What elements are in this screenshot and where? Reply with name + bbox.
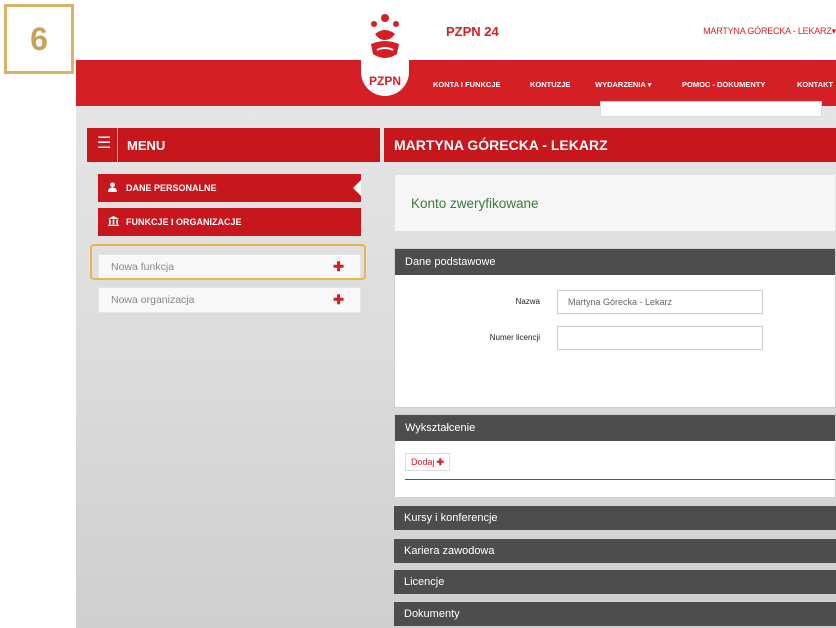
education-body: Dodaj ✚ (395, 441, 835, 497)
user-name: MARTYNA GÓRECKA - LEKARZ (703, 26, 832, 36)
active-indicator (353, 180, 361, 196)
sidebar-item-dane-personalne[interactable]: DANE PERSONALNE (98, 174, 361, 202)
chevron-down-icon: ▾ (831, 26, 836, 36)
menu-title: MENU (127, 138, 166, 153)
step-number: 6 (30, 20, 48, 57)
license-label: Numer licencji (489, 333, 540, 342)
education-panel: Wykształcenie Dodaj ✚ (394, 414, 836, 498)
hamburger-icon[interactable]: ☰ (97, 136, 111, 152)
nav-item-wydarzenia[interactable]: WYDARZENIA ▾ (595, 80, 651, 89)
brand-name: PZPN 24 (446, 24, 499, 39)
sidebar-item-label: FUNKCJE I ORGANIZACJE (126, 217, 242, 227)
education-header[interactable]: Wykształcenie (395, 415, 835, 441)
top-bar: PZPN 24 MARTYNA GÓRECKA - LEKARZ▾ (76, 0, 836, 60)
logo-icon (371, 14, 399, 58)
focus-highlight (90, 244, 366, 280)
nav-item-label: WYDARZENIA (595, 80, 646, 89)
new-organization-button[interactable]: Nowa organizacja ✚ (98, 287, 361, 313)
plus-icon: ✚ (333, 292, 344, 307)
plus-icon: ✚ (436, 456, 445, 467)
app-window: PZPN 24 MARTYNA GÓRECKA - LEKARZ▾ PZPN K… (76, 0, 836, 628)
name-field[interactable]: Martyna Górecka - Lekarz (557, 290, 763, 314)
nav-item-pomoc[interactable]: POMOC - DOKUMENTY (682, 80, 765, 89)
name-label: Nazwa (515, 297, 540, 306)
logo-text: PZPN (368, 74, 401, 88)
section-licencje[interactable]: Licencje (394, 570, 836, 594)
menu-divider (117, 128, 118, 162)
user-menu[interactable]: MARTYNA GÓRECKA - LEKARZ▾ (703, 26, 836, 37)
basic-data-header[interactable]: Dane podstawowe (395, 249, 835, 275)
section-dokumenty[interactable]: Dokumenty (394, 602, 836, 626)
main-nav: KONTA I FUNKCJE KONTUZJE WYDARZENIA ▾ PO… (76, 60, 836, 117)
building-icon (108, 215, 126, 229)
nav-item-kontuzje[interactable]: KONTUZJE (530, 80, 570, 89)
step-badge: 6 (4, 4, 74, 74)
logo[interactable]: PZPN (361, 10, 409, 96)
section-kariera[interactable]: Kariera zawodowa (394, 539, 836, 563)
section-kursy[interactable]: Kursy i konferencje (394, 506, 836, 530)
menu-header[interactable]: ☰ MENU (87, 128, 380, 162)
section-divider (405, 479, 835, 480)
verification-status: Konto zweryfikowane (394, 174, 836, 232)
nav-item-kontakt[interactable]: KONTAKT (797, 80, 833, 89)
user-icon (108, 181, 126, 195)
license-number-field[interactable] (557, 326, 763, 350)
add-label: Dodaj (411, 457, 435, 467)
nav-item-konta[interactable]: KONTA I FUNKCJE (433, 80, 501, 89)
sidebar-item-funkcje[interactable]: FUNKCJE I ORGANIZACJE (98, 208, 361, 236)
new-organization-label: Nowa organizacja (111, 294, 195, 306)
basic-data-panel: Dane podstawowe Nazwa Martyna Górecka - … (394, 248, 836, 408)
sidebar-item-label: DANE PERSONALNE (126, 183, 217, 193)
search-input[interactable] (600, 101, 822, 117)
chevron-down-icon: ▾ (647, 80, 652, 89)
add-education-button[interactable]: Dodaj ✚ (405, 453, 451, 471)
page-title: MARTYNA GÓRECKA - LEKARZ (384, 128, 836, 162)
